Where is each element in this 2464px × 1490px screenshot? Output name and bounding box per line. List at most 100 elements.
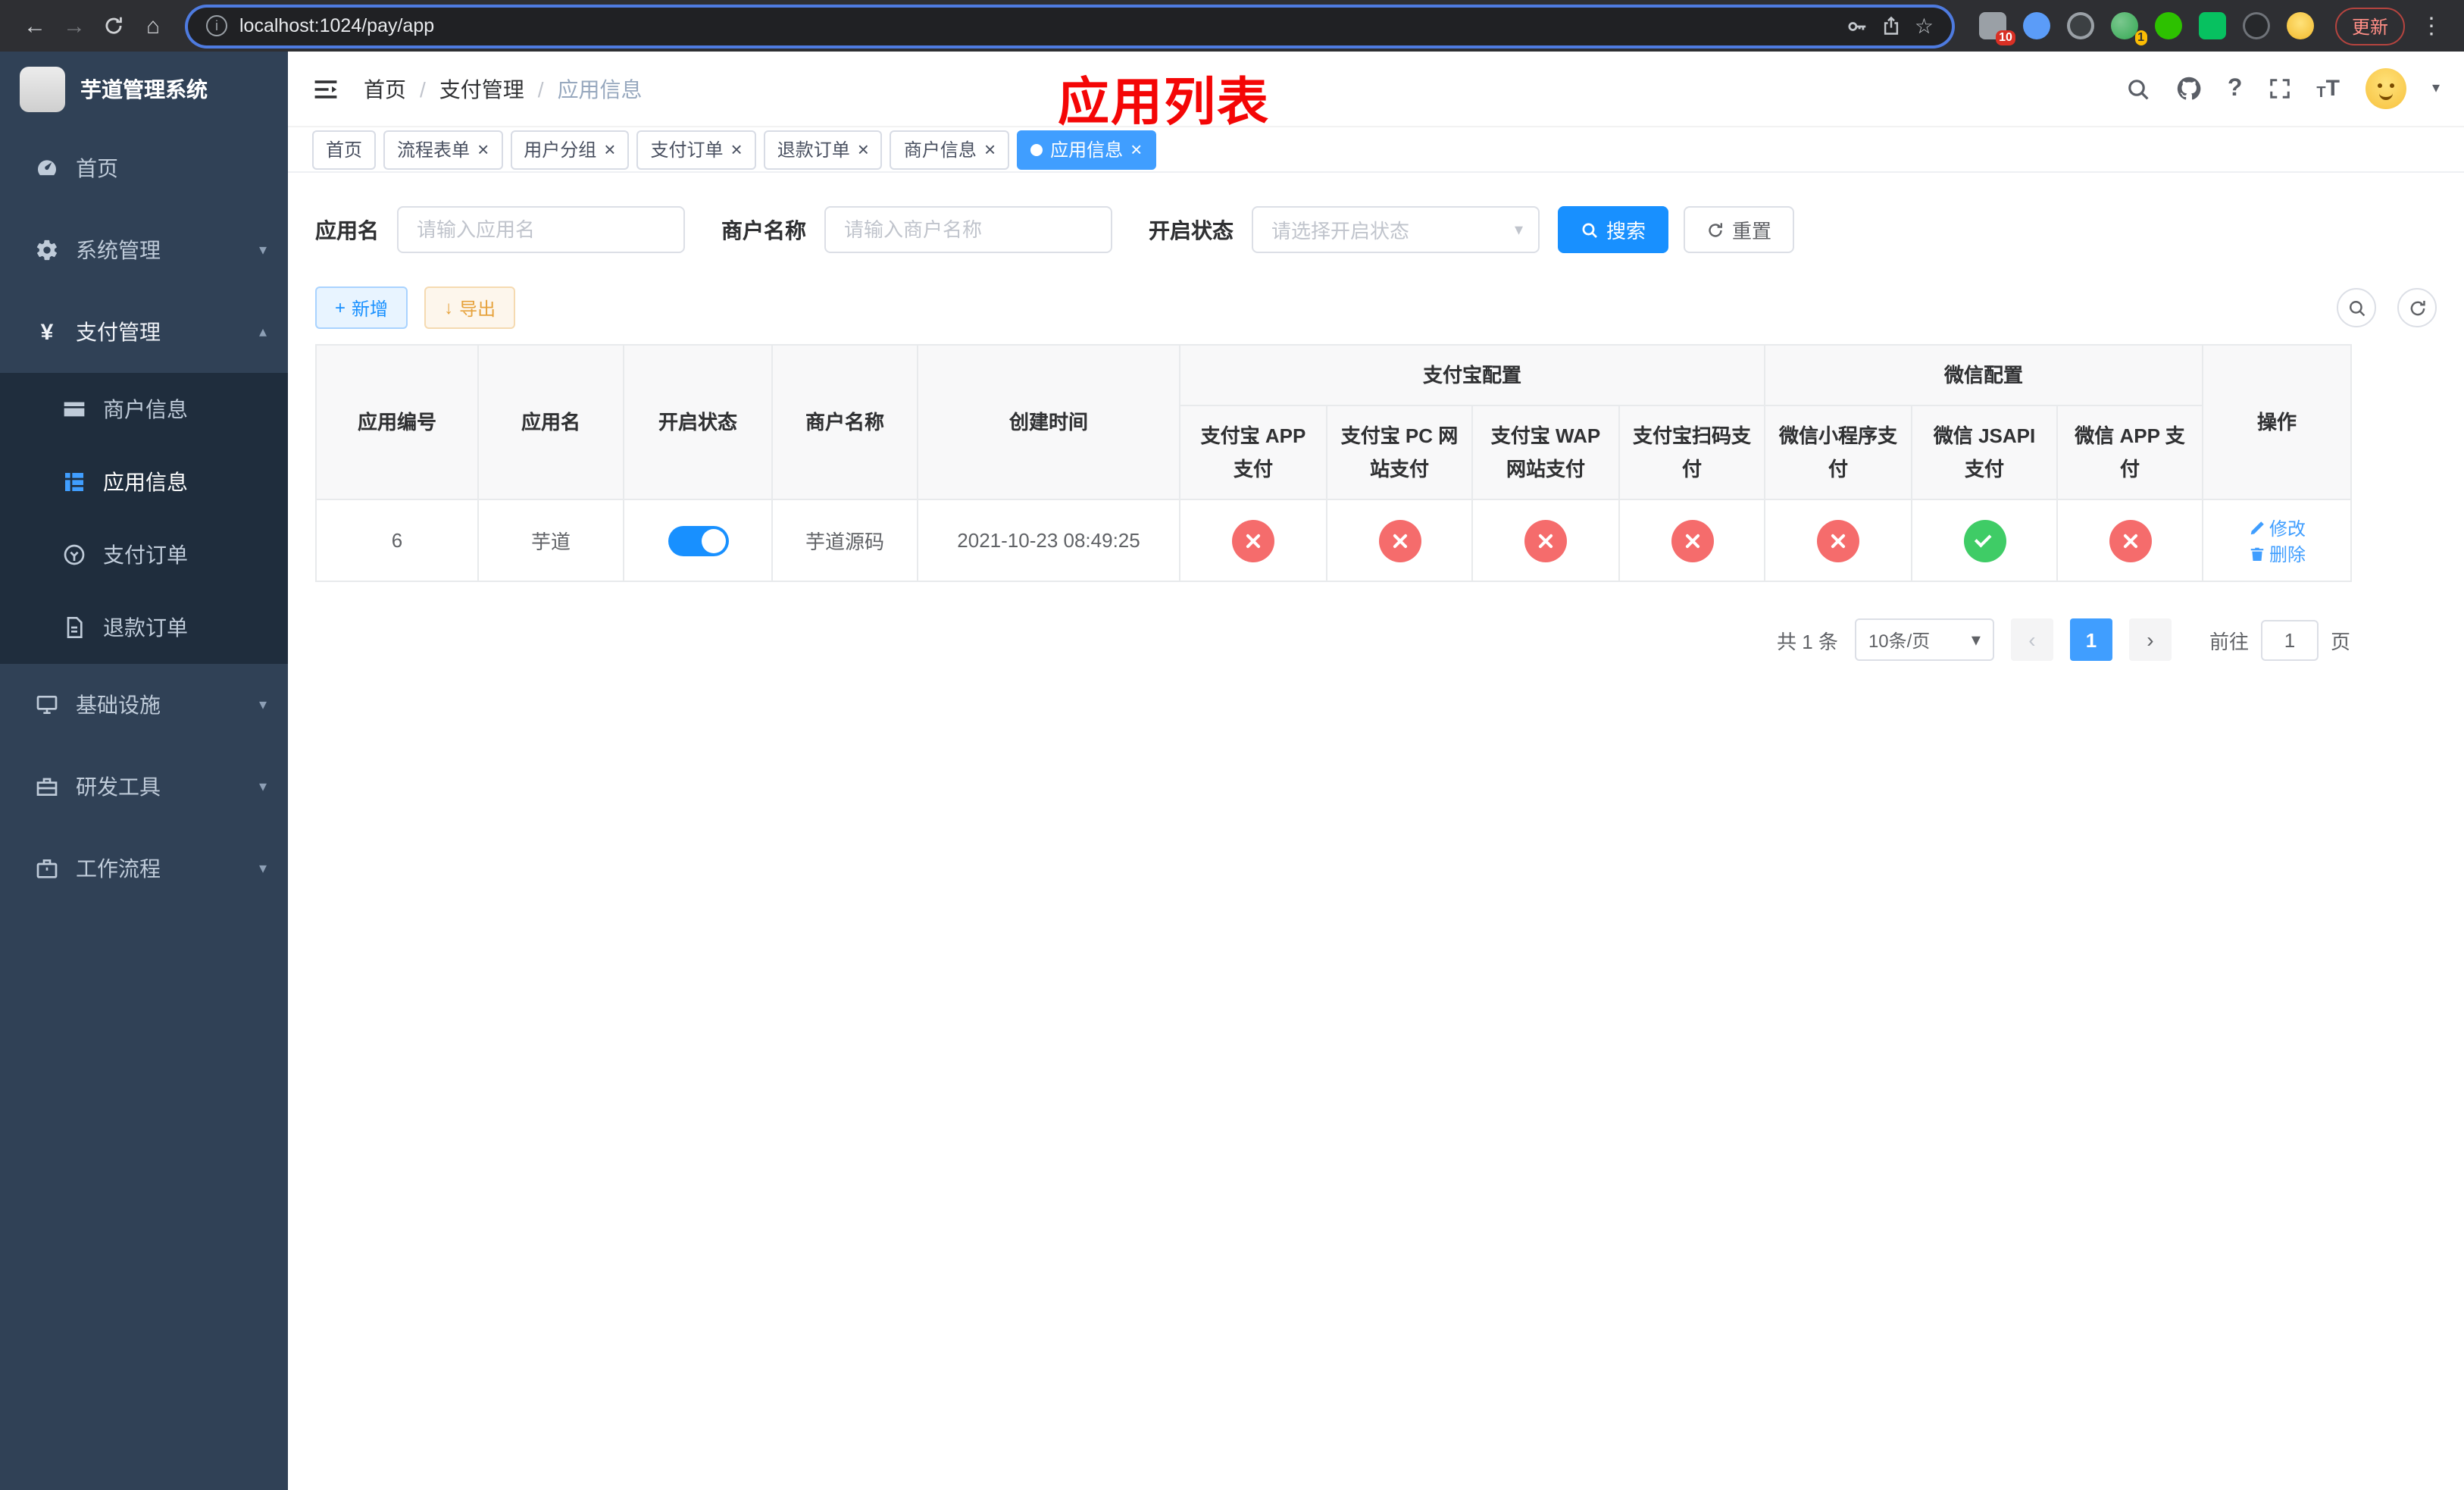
address-bar[interactable]: i localhost:1024/pay/app ☆ xyxy=(188,7,1952,45)
col-status-header: 开启状态 xyxy=(623,343,773,501)
tab-label: 退款订单 xyxy=(777,139,850,161)
browser-refresh-icon[interactable] xyxy=(94,6,133,45)
sidebar-item-payment-orders[interactable]: 支付订单 xyxy=(0,518,288,591)
breadcrumb: 首页 / 支付管理 / 应用信息 xyxy=(364,74,643,104)
sidebar-item-payment-management[interactable]: ¥ 支付管理 ▴ xyxy=(0,291,288,373)
breadcrumb-separator: / xyxy=(537,77,544,101)
sidebar-item-system-management[interactable]: 系统管理 ▾ xyxy=(0,209,288,291)
extension-emoji-icon[interactable] xyxy=(2286,12,2314,39)
cell-app-id: 6 xyxy=(315,499,479,583)
reset-button[interactable]: 重置 xyxy=(1684,206,1795,253)
sidebar-item-label: 应用信息 xyxy=(103,470,188,494)
col-alipay-app-header: 支付宝 APP 支付 xyxy=(1179,405,1327,501)
extension-drop-icon[interactable] xyxy=(2022,12,2050,39)
extension-puzzle-icon[interactable]: 10 xyxy=(1978,12,2015,45)
chevron-down-icon: ▾ xyxy=(258,242,267,258)
alipay-app-status-icon xyxy=(1232,519,1274,562)
user-avatar[interactable] xyxy=(2365,68,2406,109)
help-icon[interactable]: ? xyxy=(2228,75,2243,102)
breadcrumb-home[interactable]: 首页 xyxy=(364,74,406,104)
browser-forward-icon[interactable]: → xyxy=(55,6,94,45)
sidebar-item-refund-orders[interactable]: 退款订单 xyxy=(0,591,288,664)
toggle-search-icon[interactable] xyxy=(2337,288,2376,327)
close-icon[interactable]: × xyxy=(984,139,996,159)
col-app-id-header: 应用编号 xyxy=(315,343,479,501)
fullscreen-icon[interactable] xyxy=(2268,77,2290,100)
url-text[interactable]: localhost:1024/pay/app xyxy=(239,15,434,36)
page-size-value: 10条/页 xyxy=(1868,630,1931,652)
extension-wechat-icon[interactable] xyxy=(2154,12,2182,39)
sidebar-item-workflow[interactable]: 工作流程 ▾ xyxy=(0,828,288,909)
sidebar-logo[interactable]: 芋道管理系统 xyxy=(0,52,288,127)
caret-down-icon[interactable]: ▾ xyxy=(2432,80,2440,97)
sidebar-item-app-info[interactable]: 应用信息 xyxy=(0,446,288,518)
github-icon[interactable] xyxy=(2176,76,2202,102)
status-select[interactable]: 请选择开启状态 ▾ xyxy=(1252,206,1540,253)
chevron-down-icon: ▾ xyxy=(258,860,267,877)
tab-user-group[interactable]: 用户分组 × xyxy=(510,130,630,169)
sidebar-item-label: 支付订单 xyxy=(103,543,188,567)
search-icon[interactable] xyxy=(2126,77,2150,101)
close-icon[interactable]: × xyxy=(477,139,489,159)
delete-link[interactable]: 删除 xyxy=(2248,541,2306,567)
col-wechat-mini-header: 微信小程序支付 xyxy=(1764,405,1913,501)
logo-avatar xyxy=(20,67,65,112)
tab-label: 流程表单 xyxy=(397,139,471,161)
tab-home[interactable]: 首页 xyxy=(312,130,377,169)
close-icon[interactable]: × xyxy=(858,139,869,159)
next-page-button[interactable]: › xyxy=(2128,618,2172,662)
tab-payment-orders[interactable]: 支付订单 × xyxy=(636,130,756,169)
font-size-icon[interactable]: TT xyxy=(2316,76,2340,102)
sidebar-item-dev-tools[interactable]: 研发工具 ▾ xyxy=(0,746,288,828)
col-alipay-pc-header: 支付宝 PC 网站支付 xyxy=(1326,405,1473,501)
browser-toolbar: ← → ⌂ i localhost:1024/pay/app ☆ 10 1 更新… xyxy=(0,0,2464,52)
tab-merchant-info[interactable]: 商户信息 × xyxy=(890,130,1010,169)
refresh-table-icon[interactable] xyxy=(2397,288,2437,327)
tab-label: 首页 xyxy=(326,139,363,161)
app-name-input[interactable] xyxy=(397,206,685,253)
sidebar-item-infrastructure[interactable]: 基础设施 ▾ xyxy=(0,664,288,746)
tab-refund-orders[interactable]: 退款订单 × xyxy=(763,130,883,169)
site-info-icon[interactable]: i xyxy=(206,15,227,36)
password-key-icon[interactable] xyxy=(1846,14,1869,37)
breadcrumb-payment[interactable]: 支付管理 xyxy=(439,74,524,104)
export-button[interactable]: ↓ 导出 xyxy=(424,286,516,329)
status-toggle[interactable] xyxy=(668,525,728,556)
bookmark-star-icon[interactable]: ☆ xyxy=(1915,13,1934,39)
sidebar: 芋道管理系统 首页 系统管理 ▾ ¥ 支付管理 ▴ 商户信息 应用信息 支付订单… xyxy=(0,52,288,1490)
breadcrumb-current: 应用信息 xyxy=(557,77,643,101)
chrome-update-button[interactable]: 更新 xyxy=(2334,7,2405,45)
hamburger-icon[interactable] xyxy=(312,75,339,102)
page-content: 应用名 商户名称 开启状态 请选择开启状态 ▾ 搜索 重置 xyxy=(288,173,2464,1490)
extension-note-icon[interactable] xyxy=(2198,12,2226,39)
page-number-button[interactable]: 1 xyxy=(2069,618,2112,662)
page-size-select[interactable]: 10条/页 ▾ xyxy=(1854,618,1994,662)
add-button-label: 新增 xyxy=(352,298,389,319)
sidebar-item-home[interactable]: 首页 xyxy=(0,127,288,209)
extension-profile-icon[interactable]: 1 xyxy=(2110,12,2147,45)
browser-back-icon[interactable]: ← xyxy=(15,6,55,45)
extension-dark-icon[interactable] xyxy=(2066,12,2094,39)
add-button[interactable]: + 新增 xyxy=(315,286,408,329)
browser-home-icon[interactable]: ⌂ xyxy=(133,6,173,45)
extension-pretzel-icon[interactable] xyxy=(2242,12,2270,39)
tab-app-info[interactable]: 应用信息 × xyxy=(1017,130,1156,169)
browser-menu-icon[interactable]: ⋮ xyxy=(2414,12,2449,39)
close-icon[interactable]: × xyxy=(731,139,743,159)
close-icon[interactable]: × xyxy=(1130,139,1142,159)
share-icon[interactable] xyxy=(1881,15,1903,36)
dashboard-icon xyxy=(30,156,64,180)
sidebar-item-merchant-info[interactable]: 商户信息 xyxy=(0,373,288,446)
action-toolbar: + 新增 ↓ 导出 xyxy=(315,286,2437,329)
search-button[interactable]: 搜索 xyxy=(1558,206,1669,253)
cell-merchant: 芋道源码 xyxy=(771,499,918,583)
prev-page-button[interactable]: ‹ xyxy=(2010,618,2053,662)
merchant-name-input[interactable] xyxy=(824,206,1112,253)
tab-process-form[interactable]: 流程表单 × xyxy=(383,130,503,169)
gear-icon xyxy=(30,238,64,262)
goto-page-input[interactable] xyxy=(2260,619,2319,661)
cell-wechat-mini xyxy=(1764,499,1913,583)
edit-link[interactable]: 修改 xyxy=(2248,515,2306,541)
close-icon[interactable]: × xyxy=(604,139,615,159)
navbar-actions: ? TT ▾ xyxy=(2126,68,2440,109)
